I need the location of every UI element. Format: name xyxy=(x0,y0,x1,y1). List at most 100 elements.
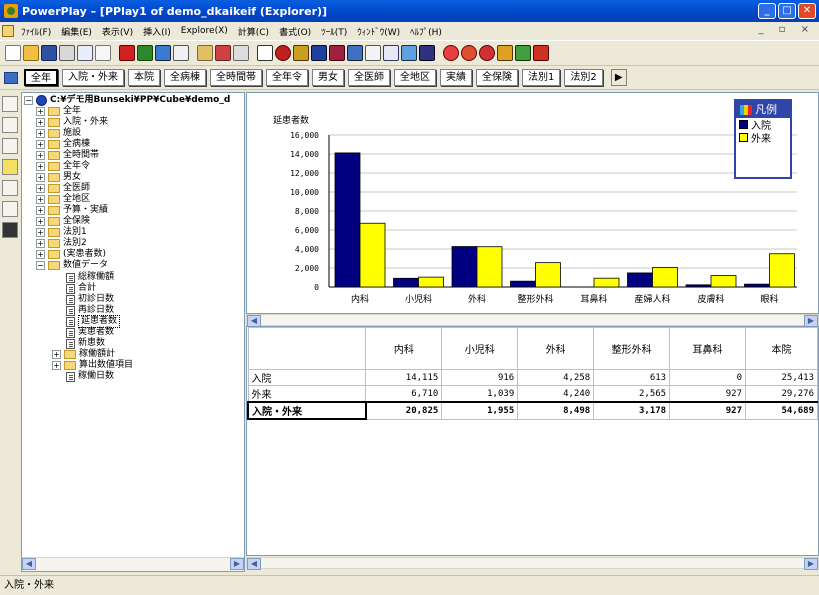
tree-folder[interactable]: + 男女 xyxy=(36,172,81,183)
3d-bar-icon[interactable] xyxy=(347,45,363,61)
drill-down-icon[interactable] xyxy=(137,45,153,61)
dim-actual[interactable]: 実績 xyxy=(440,69,472,86)
table-cell[interactable]: 0 xyxy=(669,369,747,386)
maximize-button[interactable]: □ xyxy=(778,3,796,19)
collapse-icon[interactable]: − xyxy=(36,261,45,270)
crosstab-icon[interactable] xyxy=(257,45,273,61)
tree-measure[interactable]: 合計 xyxy=(66,283,96,294)
menu-explore[interactable]: Explore(X) xyxy=(176,26,233,36)
tree-measure[interactable]: 新患数 xyxy=(66,338,105,349)
dim-gender[interactable]: 男女 xyxy=(312,69,344,86)
mdi-window-controls[interactable]: _ ▫ × xyxy=(758,24,815,35)
color-icon[interactable] xyxy=(533,45,549,61)
tree-folder[interactable]: + 施設 xyxy=(36,128,81,139)
dim-region[interactable]: 全地区 xyxy=(394,69,436,86)
swap-icon[interactable] xyxy=(233,45,249,61)
table-cell[interactable]: 1,039 xyxy=(441,385,519,403)
sort-icon[interactable] xyxy=(197,45,213,61)
column-header[interactable]: 外科 xyxy=(517,327,595,370)
explain-icon[interactable] xyxy=(155,45,171,61)
clustered-bar-icon[interactable] xyxy=(311,45,327,61)
highlight-icon[interactable] xyxy=(461,45,477,61)
row-header[interactable]: 外来 xyxy=(247,385,367,403)
menu-help[interactable]: ﾍﾙﾌﾟ(H) xyxy=(405,25,447,38)
table-cell[interactable]: 4,240 xyxy=(517,385,595,403)
expand-icon[interactable]: + xyxy=(36,250,45,259)
expand-icon[interactable]: + xyxy=(36,217,45,226)
expand-icon[interactable]: + xyxy=(36,173,45,182)
dim-inpatient-outpatient[interactable]: 入院・外来 xyxy=(62,69,124,86)
dim-insurance[interactable]: 全保険 xyxy=(476,69,518,86)
expand-icon[interactable]: + xyxy=(36,228,45,237)
new-icon[interactable] xyxy=(5,45,21,61)
stacked-bar-icon[interactable] xyxy=(329,45,345,61)
tree-measure[interactable]: 稼働日数 xyxy=(66,371,114,382)
expand-icon[interactable]: + xyxy=(36,118,45,127)
expand-icon[interactable]: + xyxy=(36,162,45,171)
save-icon[interactable] xyxy=(41,45,57,61)
expand-icon[interactable]: + xyxy=(36,151,45,160)
menu-tools[interactable]: ﾂｰﾙ(T) xyxy=(316,25,352,38)
expand-icon[interactable]: + xyxy=(52,350,61,359)
chart-view-icon[interactable] xyxy=(2,138,18,154)
table-cell[interactable]: 613 xyxy=(593,369,671,386)
tree-measures-folder[interactable]: − 数値データ xyxy=(36,260,108,271)
tree-measure[interactable]: 総稼働額 xyxy=(66,272,114,283)
drill-up-icon[interactable] xyxy=(119,45,135,61)
dim-law1[interactable]: 法別1 xyxy=(522,69,561,86)
column-header[interactable]: 内科 xyxy=(365,327,443,370)
palette-icon[interactable] xyxy=(515,45,531,61)
dim-year[interactable]: 全年 xyxy=(24,69,58,86)
bar-chart[interactable]: 延患者数 0 2,000 4,000 6,000 8,000 10,000 12,000 14,… xyxy=(247,93,818,313)
scroll-right-arrow[interactable]: ▶ xyxy=(804,558,818,570)
tree-folder[interactable]: + 全病棟 xyxy=(36,139,90,150)
table-cell[interactable]: 54,689 xyxy=(745,401,818,420)
tree-folder[interactable]: + 予算・実績 xyxy=(36,205,108,216)
tree-measure-selected[interactable]: 延患者数 xyxy=(66,315,121,328)
binoculars-icon[interactable] xyxy=(2,222,18,238)
dim-age[interactable]: 全年令 xyxy=(266,69,308,86)
column-header[interactable]: 小児科 xyxy=(441,327,519,370)
column-header[interactable]: 耳鼻科 xyxy=(669,327,747,370)
table-cell[interactable]: 927 xyxy=(669,401,747,420)
row-header[interactable]: 入院・外来 xyxy=(247,401,367,420)
collapse-icon[interactable]: − xyxy=(24,96,33,105)
expand-icon[interactable]: + xyxy=(36,195,45,204)
table-cell[interactable]: 14,115 xyxy=(365,369,443,386)
tree-folder[interactable]: + 全年 xyxy=(36,106,81,117)
crosstab-view-icon[interactable] xyxy=(2,117,18,133)
dim-facility[interactable]: 本院 xyxy=(128,69,160,86)
table-cell[interactable]: 8,498 xyxy=(517,401,595,420)
hide-icon[interactable] xyxy=(173,45,189,61)
expand-icon[interactable]: + xyxy=(36,129,45,138)
tree-folder[interactable]: + 入院・外来 xyxy=(36,117,108,128)
table-cell[interactable]: 20,825 xyxy=(365,401,443,420)
minimize-button[interactable]: _ xyxy=(758,3,776,19)
print-icon[interactable] xyxy=(59,45,75,61)
undo-icon[interactable] xyxy=(95,45,111,61)
menu-calculate[interactable]: 計算(C) xyxy=(233,25,274,38)
print-preview-icon[interactable] xyxy=(77,45,93,61)
menu-edit[interactable]: 編集(E) xyxy=(56,25,97,38)
table-cell[interactable]: 25,413 xyxy=(745,369,818,386)
close-button[interactable]: ✕ xyxy=(798,3,816,19)
menu-insert[interactable]: 挿入(I) xyxy=(138,25,176,38)
expand-icon[interactable]: + xyxy=(36,184,45,193)
expand-icon[interactable]: + xyxy=(52,361,61,370)
dimension-viewer-icon[interactable] xyxy=(2,96,18,112)
rank-icon[interactable] xyxy=(215,45,231,61)
tree-folder[interactable]: + 全時間帯 xyxy=(36,150,99,161)
chart-legend[interactable]: 凡例 入院 外来 xyxy=(734,99,792,179)
chart-options-icon[interactable] xyxy=(419,45,435,61)
tree-measure[interactable]: 初診日数 xyxy=(66,294,114,305)
scroll-left-arrow[interactable]: ◀ xyxy=(247,558,261,570)
calculation-icon[interactable] xyxy=(2,201,18,217)
tree-folder[interactable]: + 算出数値項目 xyxy=(52,360,133,371)
row-header[interactable]: 入院 xyxy=(247,369,367,386)
tree-folder[interactable]: + 稼働額計 xyxy=(52,349,115,360)
tree-horizontal-scrollbar[interactable]: ◀ ▶ xyxy=(22,557,244,571)
table-cell[interactable]: 927 xyxy=(669,385,747,403)
column-header[interactable]: 本院 xyxy=(745,327,818,370)
expand-icon[interactable]: + xyxy=(36,206,45,215)
bar-chart-icon[interactable] xyxy=(293,45,309,61)
